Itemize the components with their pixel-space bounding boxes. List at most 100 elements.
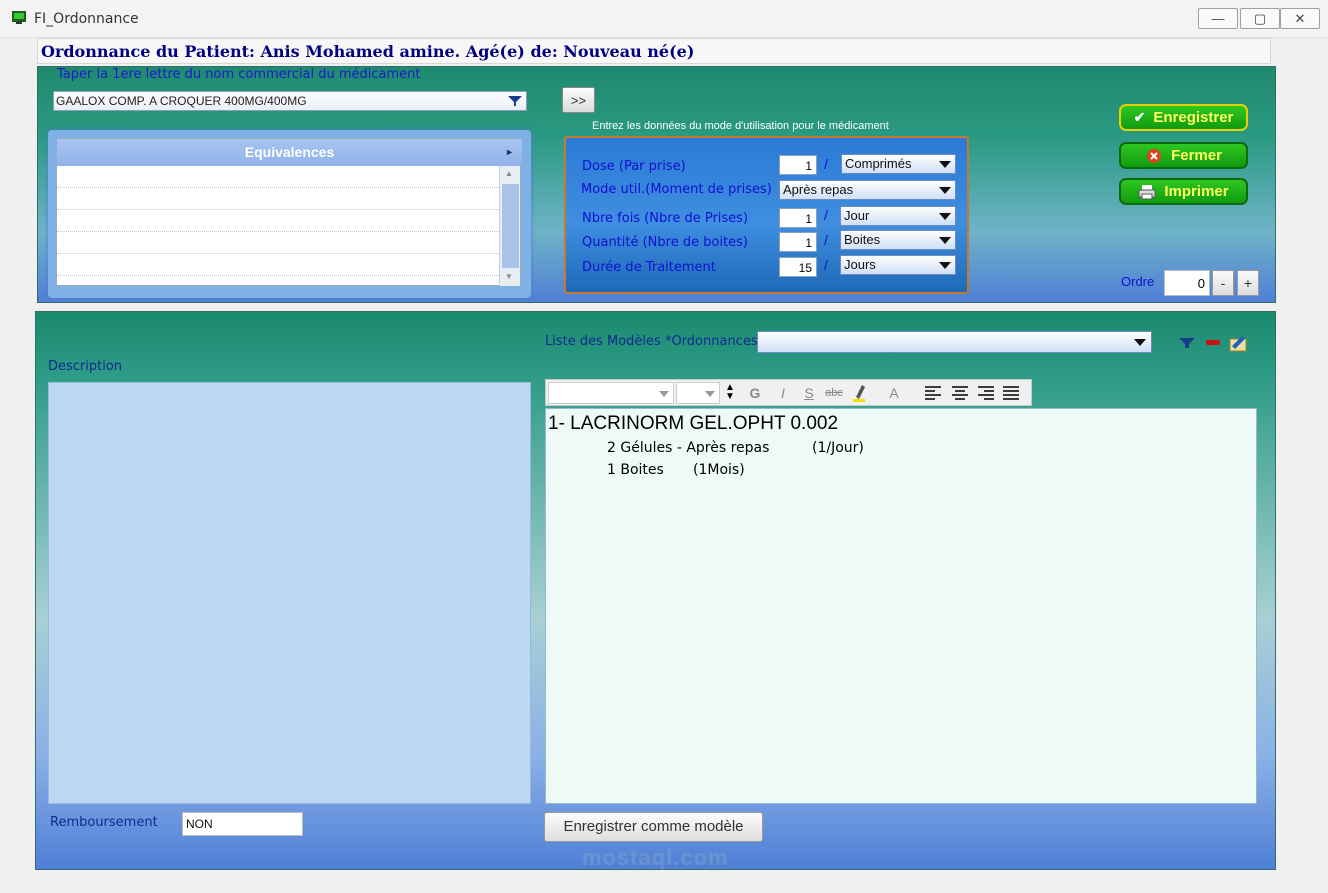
- scroll-up-icon[interactable]: ▲: [505, 169, 513, 178]
- minimize-icon: —: [1211, 11, 1225, 26]
- status-strip: [0, 876, 1328, 893]
- reimbursement-input[interactable]: NON: [182, 812, 303, 836]
- nbre-label: Nbre fois (Nbre de Prises): [582, 211, 749, 226]
- highlighter-icon: [853, 385, 865, 402]
- close-icon: ✕: [1294, 10, 1306, 26]
- duree-label: Durée de Traitement: [582, 260, 716, 275]
- align-right-icon[interactable]: [977, 385, 995, 401]
- font-size-select[interactable]: [676, 382, 720, 404]
- chevron-down-icon: [1134, 339, 1146, 346]
- table-row[interactable]: [57, 254, 499, 276]
- align-left-icon[interactable]: [924, 385, 942, 401]
- ordre-label: Ordre: [1121, 274, 1155, 289]
- save-button[interactable]: ✔ Enregistrer: [1119, 104, 1248, 131]
- close-circle-icon: [1147, 148, 1162, 163]
- slash-separator: /: [824, 257, 828, 273]
- dose-unit-value: Comprimés: [845, 156, 912, 171]
- font-size-spinner-icon[interactable]: ▲ ▼: [723, 383, 737, 403]
- qty-input[interactable]: 1: [779, 232, 817, 252]
- reimbursement-label: Remboursement: [50, 815, 158, 830]
- align-justify-icon[interactable]: [1002, 385, 1020, 401]
- models-label: Liste des Modèles *Ordonnances: [545, 334, 758, 349]
- qty-unit-value: Boites: [844, 232, 881, 247]
- font-color-button[interactable]: A: [886, 383, 902, 403]
- models-select[interactable]: [757, 331, 1152, 353]
- minimize-button[interactable]: —: [1198, 8, 1238, 29]
- mode-label: Mode util.(Moment de prises): [581, 182, 772, 197]
- medication-search-value: GAALOX COMP. A CROQUER 400MG/400MG: [56, 94, 307, 108]
- remove-icon[interactable]: [1204, 334, 1222, 350]
- save-as-model-button[interactable]: Enregistrer comme modèle: [544, 812, 763, 842]
- align-center-icon[interactable]: [951, 385, 969, 401]
- prescription-editor[interactable]: 1- LACRINORM GEL.OPHT 0.002 2 Gélules - …: [545, 408, 1257, 804]
- nbre-input[interactable]: 1: [779, 208, 817, 228]
- column-menu-icon[interactable]: ►: [505, 139, 514, 166]
- duree-input[interactable]: 15: [779, 257, 817, 277]
- search-hint-label: Taper la 1ere lettre du nom commercial d…: [57, 67, 421, 82]
- table-row[interactable]: [57, 166, 499, 188]
- printer-icon: [1138, 184, 1156, 199]
- save-button-label: Enregistrer: [1153, 109, 1234, 126]
- table-row[interactable]: [57, 232, 499, 254]
- prescription-line-3-qty: 1 Boites: [607, 462, 664, 478]
- ordre-increment-button[interactable]: +: [1237, 270, 1259, 296]
- mode-value: Après repas: [783, 182, 854, 197]
- qty-unit-select[interactable]: Boites: [840, 230, 956, 250]
- strike-button[interactable]: S: [800, 383, 818, 403]
- italic-button[interactable]: I: [774, 383, 792, 403]
- add-medication-button[interactable]: >>: [562, 87, 595, 113]
- chevron-down-icon: [939, 213, 951, 220]
- duree-unit-value: Jours: [844, 257, 876, 272]
- equivalences-grid[interactable]: Equivalences ► ▲ ▼: [56, 138, 522, 286]
- prescription-line-2-freq: (1/Jour): [812, 440, 864, 456]
- scroll-down-icon[interactable]: ▼: [505, 272, 513, 281]
- chevron-down-icon: [939, 237, 951, 244]
- close-button[interactable]: Fermer: [1119, 142, 1248, 169]
- close-window-button[interactable]: ✕: [1280, 8, 1320, 29]
- ordre-input[interactable]: 0: [1164, 270, 1210, 296]
- prescription-line-3-duration: (1Mois): [693, 462, 745, 478]
- equivalences-header[interactable]: Equivalences ►: [57, 139, 522, 166]
- scroll-thumb[interactable]: [502, 184, 519, 268]
- medication-search-combo[interactable]: GAALOX COMP. A CROQUER 400MG/400MG: [53, 91, 527, 111]
- close-button-label: Fermer: [1171, 147, 1222, 164]
- title-bar: FI_Ordonnance — ▢ ✕: [0, 0, 1328, 38]
- watermark-logo: mostaql.com: [582, 845, 729, 870]
- dosage-note: Entrez les données du mode d'utilisation…: [592, 120, 889, 132]
- edit-model-icon[interactable]: [1228, 334, 1248, 352]
- description-label: Description: [48, 359, 123, 374]
- table-row[interactable]: [57, 188, 499, 210]
- print-button-label: Imprimer: [1164, 183, 1229, 200]
- check-icon: ✔: [1133, 109, 1146, 125]
- slash-separator: /: [824, 232, 828, 248]
- window-title: FI_Ordonnance: [34, 11, 139, 27]
- maximize-button[interactable]: ▢: [1240, 8, 1280, 29]
- app-icon: [12, 11, 26, 24]
- equivalences-scrollbar[interactable]: ▲ ▼: [499, 166, 520, 286]
- mode-select[interactable]: Après repas: [779, 180, 956, 200]
- nbre-unit-select[interactable]: Jour: [840, 206, 956, 226]
- slash-separator: /: [824, 156, 828, 172]
- print-button[interactable]: Imprimer: [1119, 178, 1248, 205]
- text-format-toolbar: ▲ ▼ G I S abc A: [545, 379, 1032, 406]
- chevron-down-icon: [939, 161, 951, 168]
- dose-label: Dose (Par prise): [582, 159, 686, 174]
- ordre-decrement-button[interactable]: -: [1212, 270, 1234, 296]
- slash-separator: /: [824, 207, 828, 223]
- filter-dropdown-icon[interactable]: [507, 94, 523, 108]
- description-textarea[interactable]: [48, 382, 531, 804]
- table-row[interactable]: [57, 210, 499, 232]
- equivalences-header-label: Equivalences: [244, 144, 335, 160]
- chevron-down-icon: [659, 391, 669, 397]
- patient-header: Ordonnance du Patient: Anis Mohamed amin…: [37, 38, 1271, 64]
- highlight-button[interactable]: [850, 383, 868, 403]
- chevron-down-icon: [939, 187, 951, 194]
- bold-button[interactable]: G: [746, 383, 764, 403]
- duree-unit-select[interactable]: Jours: [840, 255, 956, 275]
- font-family-select[interactable]: [548, 382, 674, 404]
- dose-unit-select[interactable]: Comprimés: [841, 154, 956, 174]
- chevron-down-icon: [705, 391, 715, 397]
- strikethrough-button[interactable]: abc: [822, 383, 846, 403]
- dose-input[interactable]: 1: [779, 155, 817, 175]
- filter-icon[interactable]: [1178, 334, 1196, 350]
